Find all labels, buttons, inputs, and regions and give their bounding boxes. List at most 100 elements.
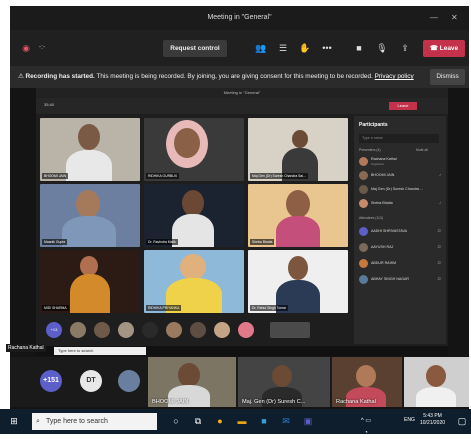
recording-icon: ◉: [22, 43, 30, 53]
clock-date: 10/21/2020: [420, 420, 446, 426]
leave-button[interactable]: ☎ Leave: [423, 40, 465, 57]
share-screen-icon[interactable]: ⇪: [399, 42, 411, 54]
notification-icon[interactable]: ▢: [456, 415, 468, 427]
tray-icons[interactable]: ^ ▭ ◔: [360, 415, 372, 436]
participant-row: Sheba Bhatia ♪: [359, 198, 443, 210]
participant-body: [70, 274, 110, 313]
participant-row: AADHI SHRIVASTAVA ∅: [359, 226, 443, 238]
participant-row: ABHAY SINGH NAGAR ∅: [359, 274, 443, 286]
file-explorer-icon[interactable]: ▬: [236, 415, 248, 427]
tile-label: BHOOMI JAIN: [42, 173, 69, 179]
chat-icon[interactable]: ☰: [277, 42, 289, 54]
leave-label: Leave: [439, 45, 459, 52]
call-duration-icon: -:-: [38, 44, 46, 51]
participant-row: BHOOMI JAIN ♪: [359, 170, 443, 182]
mic-icon: ♪: [439, 200, 441, 205]
participant-name: Sheba Bhatia: [371, 201, 393, 205]
video-tile: Maj Gen (Dr) Suresh Chandra Sai...: [248, 118, 348, 181]
participant-body: [172, 214, 214, 247]
store-icon[interactable]: ■: [258, 415, 270, 427]
search-icon: ⌕: [36, 418, 40, 425]
participant-head: [178, 363, 200, 387]
clock[interactable]: 5:43 PM 10/21/2020: [420, 413, 445, 427]
video-grid: BHOOMI JAIN RIDHIKA GURBUX Maj Gen (Dr) …: [40, 118, 350, 314]
participant-video: [404, 357, 469, 407]
participant-name: Maj. Gen (Dr) Suresh C...: [242, 399, 306, 405]
participant-head: [356, 365, 376, 387]
avatar: [142, 322, 158, 338]
avatar: [359, 199, 368, 208]
privacy-policy-link[interactable]: Privacy policy: [375, 73, 414, 80]
participant-body: [62, 216, 116, 247]
self-view-video: [270, 322, 310, 338]
video-tile: RIDHIKA PRIYANKA: [144, 250, 244, 313]
avatar[interactable]: [118, 370, 140, 392]
cortana-icon[interactable]: ○: [170, 415, 182, 427]
participant-face: [174, 128, 200, 158]
presenter-name: Rachana Kathal: [6, 344, 46, 352]
mic-muted-icon: ∅: [437, 260, 441, 265]
participants-icon[interactable]: 👥: [255, 42, 267, 54]
windows-start-icon[interactable]: ⊞: [8, 415, 20, 427]
chrome-icon[interactable]: ●: [214, 415, 226, 427]
tile-label: Maanik Gupta: [42, 239, 68, 245]
tile-label: RIDHIKA GURBUX: [146, 173, 180, 179]
tile-label: Sheba Bhatia: [250, 239, 275, 245]
task-view-icon[interactable]: ⧉: [192, 415, 204, 427]
inner-window-title: Meeting in "General": [36, 88, 448, 98]
avatar: [359, 275, 368, 284]
avatar: [94, 322, 110, 338]
participant-head: [272, 365, 292, 387]
clock-time: 5:43 PM: [423, 413, 442, 419]
avatar: [359, 243, 368, 252]
participant-row: Maj Gen (Dr) Suresh Chandra ...: [359, 184, 443, 196]
tile-label: Maj Gen (Dr) Suresh Chandra Sai...: [250, 173, 308, 179]
minimize-icon[interactable]: —: [430, 6, 438, 30]
mail-icon[interactable]: ✉: [280, 415, 292, 427]
recording-banner: ⚠ Recording has started. This meeting is…: [10, 66, 469, 88]
inner-taskbar: Rachana Kathal Type here to search: [6, 344, 448, 356]
participant-name: AADHI SHRIVASTAVA: [371, 229, 408, 233]
participant-head: [288, 256, 308, 280]
dismiss-button[interactable]: Dismiss: [430, 69, 465, 85]
avatar: [359, 185, 368, 194]
tile-label: Dr. Rahul Singh Tomar: [250, 305, 289, 311]
overflow-count-badge: +13: [46, 322, 62, 338]
taskbar-search[interactable]: ⌕ Type here to search: [32, 413, 157, 430]
avatar: [359, 157, 368, 166]
raise-hand-icon[interactable]: ✋: [299, 42, 311, 54]
language-indicator[interactable]: ENG: [404, 417, 415, 423]
inner-leave-button: Leave: [389, 102, 417, 110]
participant-name: AAYUSH RAJ: [371, 245, 394, 249]
camera-icon[interactable]: ■: [353, 42, 365, 54]
mute-all-link: Mute all: [416, 148, 428, 152]
participant-role: Organizer: [371, 162, 385, 166]
window-titlebar: Meeting in "General" — ✕: [10, 6, 469, 30]
tile-label: Dr. Ravindra Malik: [146, 239, 178, 245]
window-title: Meeting in "General": [207, 14, 272, 21]
participant-head: [286, 190, 310, 218]
avatar: [70, 322, 86, 338]
participant-name: Rachana Kathal: [336, 399, 376, 405]
initials-avatar[interactable]: DT: [80, 370, 102, 392]
inner-toolbar: 35:40 Leave: [36, 98, 448, 114]
close-icon[interactable]: ✕: [451, 6, 458, 30]
participant-head: [180, 254, 206, 280]
more-options-icon[interactable]: •••: [321, 42, 333, 54]
participant-head: [292, 130, 308, 148]
request-control-button[interactable]: Request control: [163, 40, 227, 57]
teams-icon[interactable]: ▣: [302, 415, 314, 427]
avatar: [359, 259, 368, 268]
avatar: [166, 322, 182, 338]
inner-search-box: Type here to search: [54, 347, 146, 355]
warning-icon: ⚠: [18, 73, 24, 80]
participant-head: [76, 190, 100, 218]
banner-text: This meeting is being recorded. By joini…: [96, 73, 373, 80]
video-tile: Sheba Bhatia: [248, 184, 348, 247]
mic-muted-icon[interactable]: 🎙: [376, 42, 388, 54]
participant-strip: +151 DT BHOOMI JAIN Maj. Gen (Dr) Suresh…: [10, 357, 469, 407]
overflow-count-badge[interactable]: +151: [40, 370, 62, 392]
attendees-heading: Attendees (113): [359, 216, 383, 220]
video-tile: Maanik Gupta: [40, 184, 140, 247]
participant-video: Rachana Kathal: [332, 357, 402, 407]
